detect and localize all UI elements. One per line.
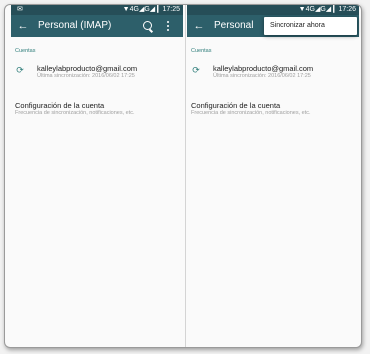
account-row[interactable]: ⟳ kalleylabproducto@gmail.com Última sin… [187, 60, 359, 86]
account-settings-subtitle: Frecuencia de sincronización, notificaci… [191, 110, 311, 116]
account-last-sync: Última sincronización: 2016/06/02 17:25 [213, 73, 311, 79]
more-vert-icon[interactable] [164, 20, 172, 32]
overflow-menu: Sincronizar ahora [264, 17, 357, 35]
arrow-back-icon[interactable]: ← [16, 18, 30, 34]
status-bar: ✉ ▼4G◢G◢ ▎17:25 [11, 5, 183, 15]
arrow-back-icon[interactable]: ← [192, 18, 206, 34]
menu-item-sync-now[interactable]: Sincronizar ahora [270, 17, 325, 35]
left-screen: ✉ ▼4G◢G◢ ▎17:25 ← Personal (IMAP) Cuenta… [11, 5, 183, 347]
section-header-cuentas: Cuentas [15, 48, 36, 54]
right-screen: ▼4G◢G◢ ▎17:26 ← Personal Sincronizar aho… [187, 5, 359, 347]
status-bar: ▼4G◢G◢ ▎17:26 [187, 5, 359, 15]
account-settings-row[interactable]: Configuración de la cuenta Frecuencia de… [11, 98, 183, 122]
status-indicators: ▼4G◢G◢ ▎17:25 [122, 6, 180, 13]
account-settings-row[interactable]: Configuración de la cuenta Frecuencia de… [187, 98, 359, 122]
account-email: kalleylabproducto@gmail.com [213, 64, 314, 73]
screenshot-frame: ✉ ▼4G◢G◢ ▎17:25 ← Personal (IMAP) Cuenta… [4, 4, 362, 348]
account-row[interactable]: ⟳ kalleylabproducto@gmail.com Última sin… [11, 60, 183, 86]
sync-icon: ⟳ [16, 65, 24, 75]
account-settings-title: Configuración de la cuenta [15, 101, 105, 110]
toolbar-title: Personal (IMAP) [38, 20, 112, 31]
toolbar-title: Personal [214, 20, 254, 31]
mail-icon: ✉ [17, 6, 23, 13]
section-header-cuentas: Cuentas [191, 48, 212, 54]
toolbar: ← Personal (IMAP) [11, 15, 183, 37]
screen-divider [185, 5, 186, 347]
account-email: kalleylabproducto@gmail.com [37, 64, 138, 73]
status-indicators: ▼4G◢G◢ ▎17:26 [298, 6, 356, 13]
search-icon[interactable] [143, 21, 152, 30]
sync-icon: ⟳ [192, 65, 200, 75]
account-last-sync: Última sincronización: 2016/06/02 17:25 [37, 73, 135, 79]
account-settings-title: Configuración de la cuenta [191, 101, 281, 110]
account-settings-subtitle: Frecuencia de sincronización, notificaci… [15, 110, 135, 116]
